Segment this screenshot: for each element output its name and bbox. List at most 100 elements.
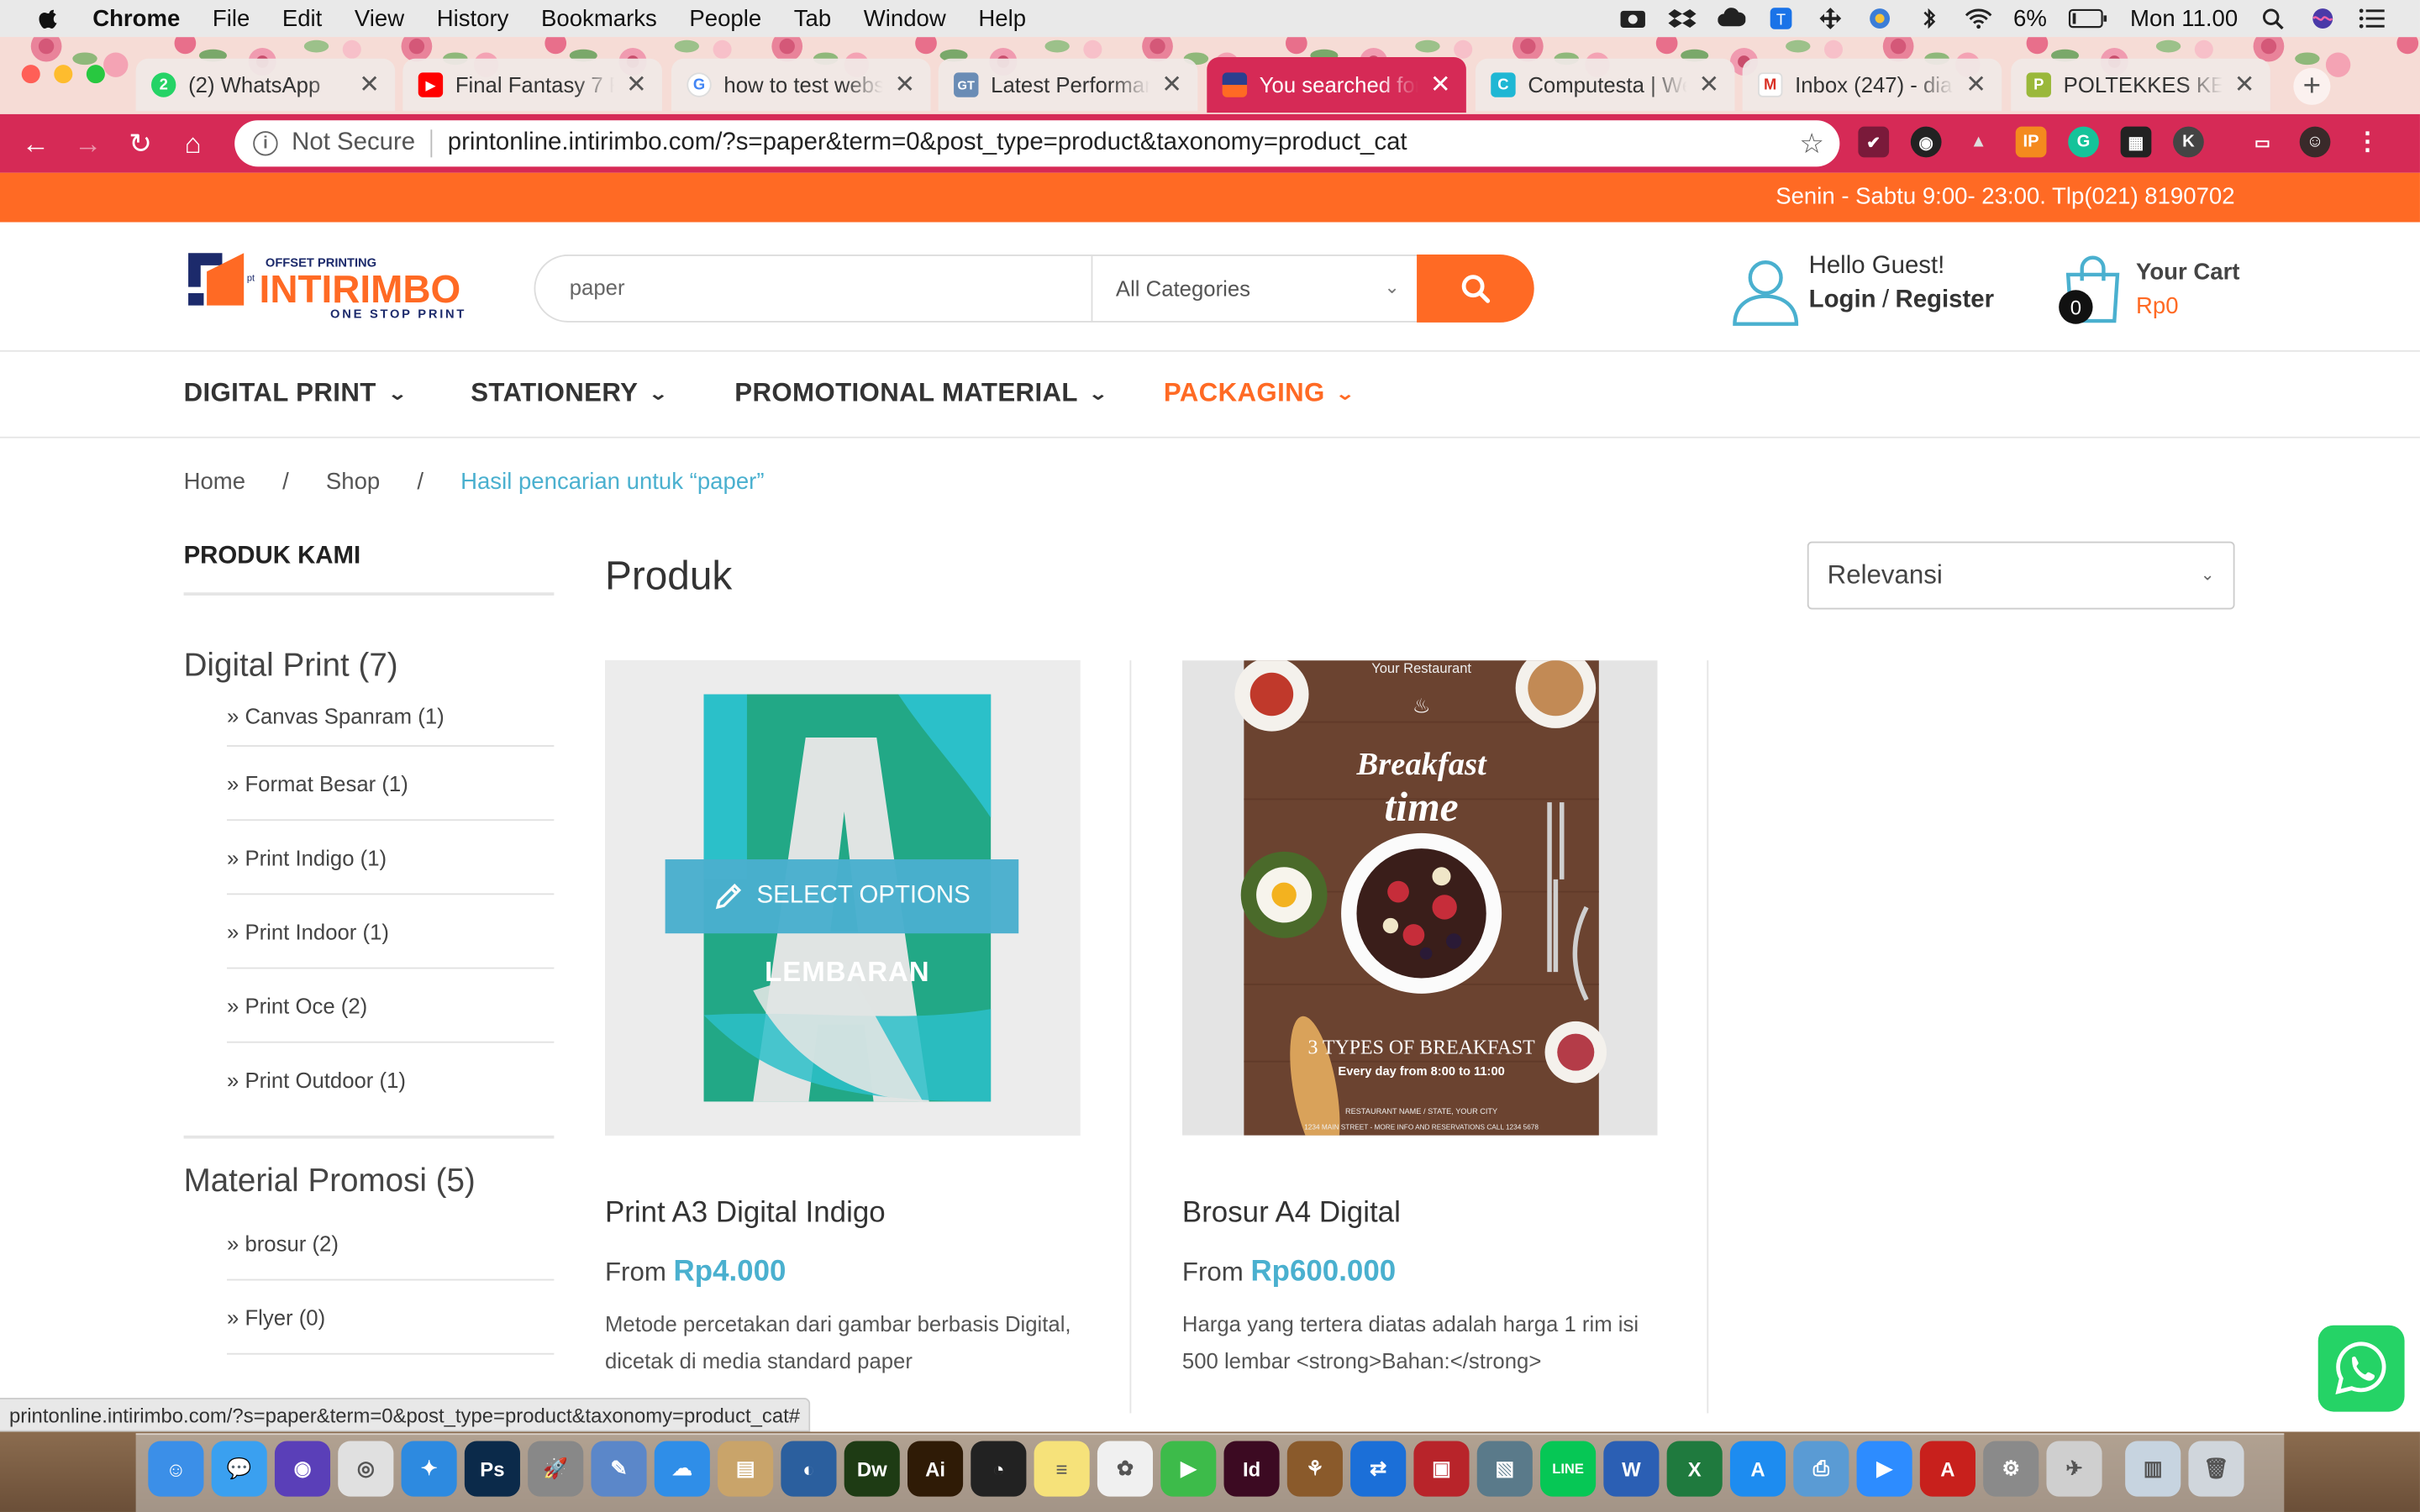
close-tab-icon[interactable]: ✕ [1965,70,1986,101]
menu-edit[interactable]: Edit [282,5,322,31]
wifi-icon[interactable] [1964,8,1991,29]
printer-icon[interactable]: ⎙ [1793,1441,1849,1497]
preview-icon[interactable]: ✎ [591,1441,647,1497]
forward-arrow-icon[interactable]: → [61,128,113,160]
reload-icon[interactable]: ↻ [114,128,166,160]
translate-icon[interactable]: T [1766,8,1794,29]
product-title[interactable]: Brosur A4 Digital [1182,1197,1658,1231]
category-material-promosi[interactable]: Material Promosi (5) [184,1163,555,1200]
minimize-window-button[interactable] [54,65,73,84]
subcategory-link[interactable]: » brosur (2) [226,1206,555,1281]
airplane-app-icon[interactable]: ✈ [2046,1441,2102,1497]
pattern-extension-icon[interactable]: ▦ [2120,126,2152,158]
photoshop-icon[interactable]: Ps [464,1441,520,1497]
breadcrumb-home[interactable]: Home [184,469,245,495]
subcategory-link[interactable]: » Print Outdoor (1) [227,1043,554,1117]
security-status[interactable]: Not Secure [292,129,415,157]
subcategory-link[interactable]: » Canvas Spanram (1) [226,685,555,747]
excel-icon[interactable]: X [1666,1441,1723,1497]
menu-window[interactable]: Window [864,5,946,31]
sort-select[interactable]: Relevansi ⌄ [1807,541,2235,610]
tab-google-search[interactable]: G how to test website ✕ [671,58,931,112]
dreamweaver-icon[interactable]: Dw [844,1441,900,1497]
tab-youtube[interactable]: ▶ Final Fantasy 7 Remake ✕ [402,58,662,112]
mouse-app-icon[interactable]: ◐ [781,1441,837,1497]
cloud-icon[interactable] [1717,8,1745,29]
new-tab-button[interactable]: + [2293,67,2331,105]
zoom-icon[interactable]: ▶ [1856,1441,1912,1497]
cloud-upload-icon[interactable]: ☁ [654,1441,710,1497]
back-arrow-icon[interactable]: ← [9,128,61,160]
launchpad-icon[interactable]: 🚀 [528,1441,584,1497]
notes-folder-icon[interactable]: ▤ [718,1441,774,1497]
squirrel-icon[interactable]: ⚘ [1286,1441,1343,1497]
helper-app-icon[interactable] [1865,8,1893,29]
photo-booth-icon[interactable]: ▣ [1413,1441,1470,1497]
tab-search-results-active[interactable]: You searched for ✕ [1207,56,1466,113]
k-extension-icon[interactable]: K [2173,126,2204,158]
facetime-icon[interactable]: ▶ [1160,1441,1217,1497]
menu-tab[interactable]: Tab [794,5,831,31]
downloads-folder-icon[interactable]: ▥ [2125,1441,2181,1497]
subcategory-link[interactable]: » Print Oce (2) [226,969,555,1043]
word-icon[interactable]: W [1603,1441,1660,1497]
register-link[interactable]: Register [1895,287,1994,313]
address-bar[interactable]: i Not Secure printonline.intirimbo.com/?… [234,120,1840,167]
nav-digital-print[interactable]: DIGITAL PRINT ⌄ [184,378,408,409]
close-tab-icon[interactable]: ✕ [1430,70,1451,101]
tab-gmail[interactable]: M Inbox (247) - dian ✕ [1742,58,2002,112]
login-link[interactable]: Login [1809,287,1876,313]
user-icon[interactable] [1728,253,1802,327]
image-capture-icon[interactable]: ▧ [1476,1441,1533,1497]
breadcrumb-shop[interactable]: Shop [326,469,380,495]
chrome-icon[interactable]: ◎ [338,1441,394,1497]
tab-whatsapp[interactable]: 2 (2) WhatsApp ✕ [135,58,396,112]
photos-icon[interactable]: ✿ [1097,1441,1154,1497]
camera-status-icon[interactable] [1618,8,1646,29]
search-input[interactable] [569,274,1064,300]
menu-view[interactable]: View [355,5,404,31]
dropbox-icon[interactable] [1667,8,1696,29]
line-icon[interactable]: LINE [1540,1441,1597,1497]
tab-computesta[interactable]: C Computesta | Web ✕ [1475,58,1735,112]
chrome-menu-icon[interactable]: ⋮ [2352,127,2383,158]
ip-extension-icon[interactable]: IP [2015,126,2047,158]
category-digital-print[interactable]: Digital Print (7) [184,648,555,685]
app-store-icon[interactable]: A [1729,1441,1786,1497]
safari-icon[interactable]: ✦ [401,1441,457,1497]
menu-bookmarks[interactable]: Bookmarks [541,5,657,31]
move-tool-icon[interactable] [1816,8,1844,29]
cast-icon[interactable]: ▭ [2247,127,2278,158]
siri-icon[interactable]: ◉ [274,1441,331,1497]
acrobat-icon[interactable]: A [1919,1441,1975,1497]
close-tab-icon[interactable]: ✕ [2234,70,2255,101]
bluetooth-icon[interactable] [1914,8,1942,29]
close-tab-icon[interactable]: ✕ [626,70,647,101]
zoom-window-button[interactable] [86,65,105,84]
trash-icon[interactable]: 🗑 [2188,1441,2244,1497]
menu-people[interactable]: People [689,5,761,31]
subcategory-link[interactable]: » Print Indigo (1) [226,821,555,895]
site-logo[interactable]: OFFSET PRINTING pt INTIRIMBO ONE STOP PR… [185,250,487,321]
category-select[interactable]: All Categories ⌄ [1091,255,1418,322]
illustrator-icon[interactable]: Ai [907,1441,964,1497]
close-window-button[interactable] [21,65,40,84]
bookmark-star-icon[interactable]: ☆ [1799,128,1824,160]
nav-stationery[interactable]: STATIONERY ⌄ [471,378,669,409]
product-image[interactable]: LEMBARAN SELECT OPTIONS [604,660,1081,1136]
ghost-app-icon[interactable]: ◔ [971,1441,1027,1497]
close-tab-icon[interactable]: ✕ [895,70,916,101]
tab-gtmetrix[interactable]: GT Latest Performance ✕ [938,58,1198,112]
product-title[interactable]: Print A3 Digital Indigo [605,1197,1081,1231]
indesign-icon[interactable]: Id [1223,1441,1280,1497]
nav-promotional-material[interactable]: PROMOTIONAL MATERIAL ⌄ [734,378,1108,409]
nav-packaging[interactable]: PACKAGING ⌄ [1164,378,1356,409]
subcategory-link[interactable]: » Flyer (0) [226,1280,555,1355]
menu-history[interactable]: History [437,5,509,31]
system-preferences-icon[interactable]: ⚙ [1983,1441,2039,1497]
close-tab-icon[interactable]: ✕ [359,70,380,101]
info-icon[interactable]: i [253,131,278,156]
menu-help[interactable]: Help [978,5,1026,31]
clock[interactable]: Mon 11.00 [2130,5,2238,31]
url-text[interactable]: printonline.intirimbo.com/?s=paper&term=… [448,129,1407,157]
